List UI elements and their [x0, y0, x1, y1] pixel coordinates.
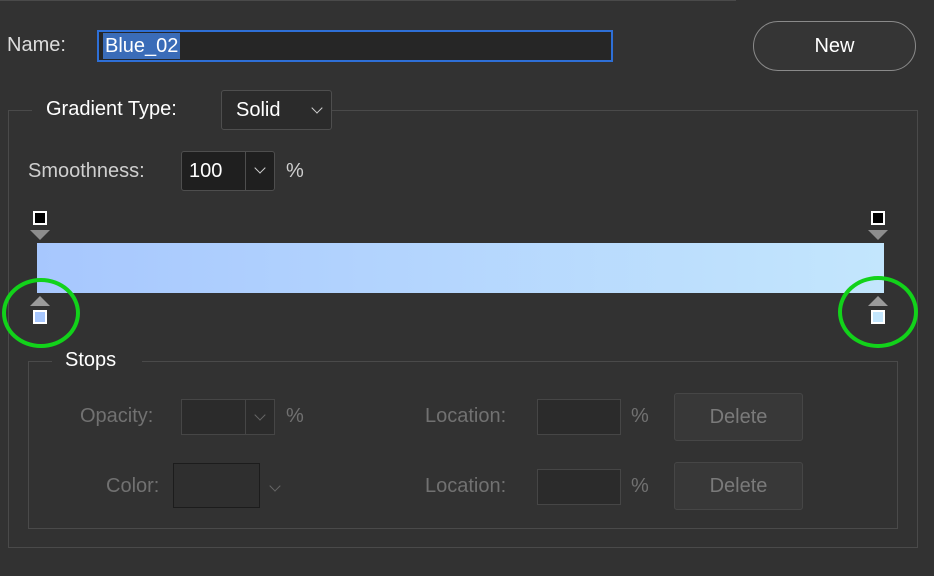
chevron-down-icon[interactable] — [254, 409, 266, 421]
opacity-location-label: Location: — [425, 405, 507, 427]
top-divider — [0, 0, 736, 1]
opacity-location-unit: % — [631, 405, 649, 427]
color-location-unit: % — [631, 475, 649, 497]
gradient-type-select[interactable]: Solid — [221, 90, 332, 130]
color-location-field[interactable] — [537, 469, 621, 505]
color-location-label: Location: — [425, 475, 507, 497]
opacity-label: Opacity: — [80, 405, 154, 427]
opacity-stepper[interactable] — [181, 399, 275, 435]
gradient-type-value: Solid — [236, 98, 281, 121]
gradient-preview-bar[interactable] — [37, 243, 884, 293]
gradient-type-label: Gradient Type: — [46, 98, 177, 120]
opacity-stop-right[interactable] — [871, 211, 885, 225]
delete-opacity-stop-button[interactable]: Delete — [674, 393, 803, 441]
highlight-circle-left — [2, 278, 80, 348]
chevron-down-icon[interactable] — [254, 162, 266, 174]
delete-color-stop-button[interactable]: Delete — [674, 462, 803, 510]
smoothness-value[interactable]: 100 — [189, 160, 222, 183]
smoothness-label: Smoothness: — [28, 160, 145, 182]
highlight-circle-right — [838, 276, 918, 348]
new-button[interactable]: New — [753, 21, 916, 71]
smoothness-stepper[interactable]: 100 — [181, 151, 275, 191]
opacity-stop-right-pointer-icon[interactable] — [868, 230, 888, 240]
color-swatch[interactable] — [173, 463, 260, 508]
stops-title: Stops — [65, 349, 117, 371]
opacity-unit: % — [286, 405, 304, 427]
name-label: Name: — [7, 34, 66, 56]
name-input[interactable]: Blue_02 — [97, 30, 613, 62]
opacity-stop-left-pointer-icon[interactable] — [30, 230, 50, 240]
name-input-value: Blue_02 — [103, 33, 181, 59]
smoothness-unit: % — [286, 160, 304, 182]
color-label: Color: — [106, 475, 160, 497]
opacity-stop-left[interactable] — [33, 211, 47, 225]
opacity-location-field[interactable] — [537, 399, 621, 435]
chevron-down-icon — [311, 102, 323, 114]
